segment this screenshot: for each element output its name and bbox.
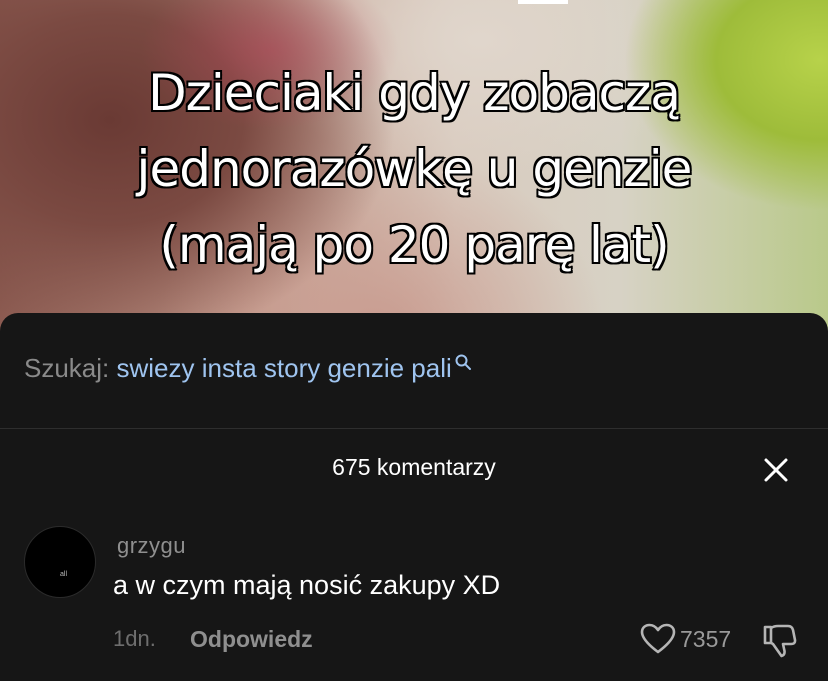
- close-button[interactable]: [759, 453, 793, 487]
- caption-line-1: Dzieciaki gdy zobaczą: [147, 63, 683, 124]
- divider: [0, 428, 828, 429]
- caption-line-3: (mają po 20 parę lat): [158, 215, 671, 276]
- avatar[interactable]: all: [24, 526, 96, 598]
- caption-line-2: jednorazówkę u genzie: [135, 139, 694, 200]
- video-background[interactable]: Dzieciaki gdy zobaczą jednorazówkę u gen…: [0, 0, 828, 340]
- video-top-indicator: [518, 0, 568, 4]
- search-query-link[interactable]: swiezy insta story genzie pali: [117, 353, 452, 383]
- comment-text: a w czym mają nosić zakupy XD: [113, 570, 501, 600]
- comment-time: 1dn.: [113, 626, 156, 651]
- heart-icon: [640, 623, 676, 654]
- reply-button[interactable]: Odpowiedz: [190, 626, 313, 653]
- comments-count: 675 komentarzy: [332, 454, 496, 480]
- search-label: Szukaj:: [24, 353, 110, 383]
- like-count: 7357: [680, 625, 732, 652]
- comment-item: all grzygu a w czym mają nosić zakupy XD…: [0, 523, 828, 673]
- search-icon: [455, 354, 471, 370]
- thumbs-down-icon: [763, 624, 797, 658]
- close-icon: [764, 458, 788, 482]
- search-suggestion[interactable]: Szukaj: swiezy insta story genzie pali: [24, 353, 472, 384]
- comments-sheet: Szukaj: swiezy insta story genzie pali 6…: [0, 313, 828, 681]
- dislike-button[interactable]: [760, 621, 800, 661]
- avatar-text: all: [60, 571, 68, 578]
- video-caption: Dzieciaki gdy zobaczą jednorazówkę u gen…: [0, 55, 828, 283]
- comment-username[interactable]: grzygu: [117, 533, 186, 559]
- like-button[interactable]: 7357: [640, 619, 731, 659]
